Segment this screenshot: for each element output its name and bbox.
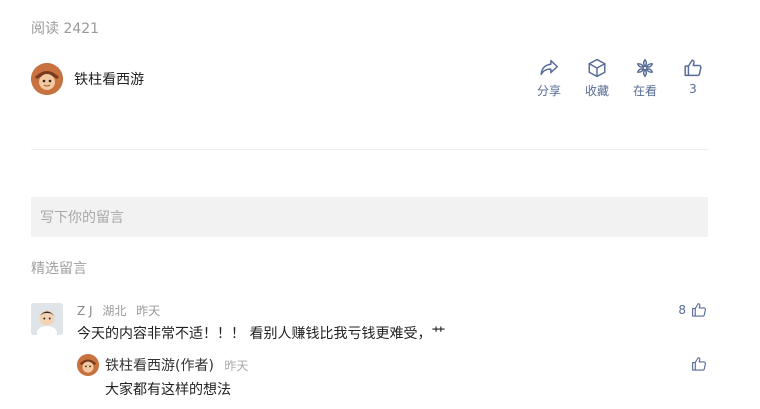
commenter-name[interactable]: Z J [77, 304, 93, 318]
author-bar: 铁柱看西游 分享 收藏 在看 3 [31, 58, 708, 99]
comment-like-button[interactable]: 8 [678, 301, 708, 319]
reply-author-avatar[interactable] [77, 354, 99, 376]
read-count: 阅读 2421 [31, 18, 99, 38]
thumbs-up-icon [692, 357, 706, 371]
share-button[interactable]: 分享 [534, 57, 564, 99]
comment-placeholder: 写下你的留言 [40, 210, 124, 226]
commenter-location: 湖北 [102, 304, 127, 318]
comment-like-count: 8 [678, 303, 686, 317]
thumbs-up-icon [692, 303, 706, 317]
like-button[interactable]: 3 [678, 57, 708, 99]
article-actions: 分享 收藏 在看 3 [534, 57, 708, 99]
collect-button[interactable]: 收藏 [582, 57, 612, 99]
reply-author-name[interactable]: 铁柱看西游(作者) [105, 358, 214, 374]
thumbs-up-icon [684, 59, 702, 77]
share-label: 分享 [536, 84, 561, 98]
read-label: 阅读 [31, 21, 59, 37]
collect-label: 收藏 [584, 84, 609, 98]
flower-icon [636, 59, 654, 77]
author-avatar[interactable] [31, 63, 63, 95]
read-number: 2421 [63, 21, 100, 37]
reply-like-button[interactable] [690, 355, 708, 373]
comment-text: 今天的内容非常不适！！！ 看别人赚钱比我亏钱更难受，艹 [77, 326, 446, 342]
share-icon [540, 59, 558, 76]
comment-time: 昨天 [136, 304, 161, 318]
cube-icon [588, 58, 606, 78]
watching-label: 在看 [632, 84, 657, 98]
comment-input[interactable]: 写下你的留言 [31, 197, 708, 237]
reply-text: 大家都有这样的想法 [105, 382, 231, 398]
reply-meta: 铁柱看西游(作者) 昨天 [105, 355, 248, 375]
divider [31, 149, 708, 150]
comment-meta: Z J 湖北 昨天 [77, 302, 160, 319]
reply-time: 昨天 [224, 359, 249, 373]
featured-comments-title: 精选留言 [31, 261, 87, 277]
like-count: 3 [689, 82, 697, 96]
watching-button[interactable]: 在看 [630, 57, 660, 99]
author-name[interactable]: 铁柱看西游 [74, 69, 144, 89]
commenter-avatar[interactable] [31, 303, 63, 335]
